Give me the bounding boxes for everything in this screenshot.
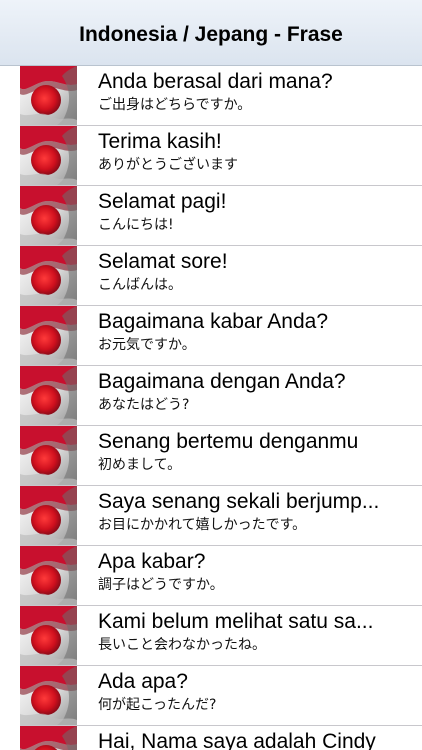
list-item[interactable]: Anda berasal dari mana? ご出身はどちらですか。 — [0, 66, 422, 126]
phrase-japanese: ご出身はどちらですか。 — [98, 97, 252, 113]
list-item[interactable]: Senang bertemu denganmu 初めまして。 — [0, 426, 422, 486]
phrase-japanese: 長いこと会わなかったね。 — [98, 637, 266, 653]
phrase-indonesian: Bagaimana dengan Anda? — [98, 370, 346, 393]
phrase-japanese: ありがとうございます — [98, 157, 238, 173]
phrase-indonesian: Selamat pagi! — [98, 190, 227, 213]
indonesia-japan-flag-icon — [20, 246, 77, 306]
list-item[interactable]: Selamat pagi! こんにちは! — [0, 186, 422, 246]
phrase-japanese: こんにちは! — [98, 217, 174, 233]
indonesia-japan-flag-icon — [20, 186, 77, 246]
app-screen: Indonesia / Jepang - Frase Anda berasal … — [0, 0, 422, 750]
indonesia-japan-flag-icon — [20, 366, 77, 426]
phrase-text-group: Terima kasih! ありがとうございます — [77, 126, 422, 186]
indonesia-japan-flag-icon — [20, 486, 77, 546]
list-item[interactable]: Bagaimana dengan Anda? あなたはどう? — [0, 366, 422, 426]
indonesia-japan-flag-icon — [20, 726, 77, 750]
phrase-text-group: Bagaimana dengan Anda? あなたはどう? — [77, 366, 422, 426]
indonesia-japan-flag-icon — [20, 546, 77, 606]
list-item[interactable]: Saya senang sekali berjump... お目にかかれて嬉しかっ… — [0, 486, 422, 546]
phrase-text-group: Selamat sore! こんばんは。 — [77, 246, 422, 306]
phrase-japanese: あなたはどう? — [98, 397, 190, 413]
phrase-japanese: こんばんは。 — [98, 277, 182, 293]
indonesia-japan-flag-icon — [20, 126, 77, 186]
phrase-text-group: Hai, Nama saya adalah Cindy — [77, 726, 422, 750]
indonesia-japan-flag-icon — [20, 666, 77, 726]
phrase-indonesian: Senang bertemu denganmu — [98, 430, 359, 453]
phrase-text-group: Selamat pagi! こんにちは! — [77, 186, 422, 246]
phrase-text-group: Kami belum melihat satu sa... 長いこと会わなかったね… — [77, 606, 422, 666]
phrase-indonesian: Ada apa? — [98, 670, 188, 693]
list-item[interactable]: Terima kasih! ありがとうございます — [0, 126, 422, 186]
phrase-indonesian: Terima kasih! — [98, 130, 222, 153]
indonesia-japan-flag-icon — [20, 426, 77, 486]
phrase-text-group: Ada apa? 何が起こったんだ? — [77, 666, 422, 726]
phrase-indonesian: Saya senang sekali berjump... — [98, 490, 380, 513]
list-item[interactable]: Selamat sore! こんばんは。 — [0, 246, 422, 306]
phrase-indonesian: Hai, Nama saya adalah Cindy — [98, 730, 376, 750]
phrase-japanese: 何が起こったんだ? — [98, 697, 217, 713]
phrase-indonesian: Selamat sore! — [98, 250, 228, 273]
indonesia-japan-flag-icon — [20, 66, 77, 126]
page-title: Indonesia / Jepang - Frase — [79, 22, 343, 46]
phrase-text-group: Senang bertemu denganmu 初めまして。 — [77, 426, 422, 486]
list-item[interactable]: Bagaimana kabar Anda? お元気ですか。 — [0, 306, 422, 366]
list-item[interactable]: Hai, Nama saya adalah Cindy — [0, 726, 422, 750]
phrase-japanese: 初めまして。 — [98, 457, 182, 473]
navigation-bar: Indonesia / Jepang - Frase — [0, 0, 422, 66]
indonesia-japan-flag-icon — [20, 606, 77, 666]
phrase-indonesian: Bagaimana kabar Anda? — [98, 310, 329, 333]
list-item[interactable]: Kami belum melihat satu sa... 長いこと会わなかったね… — [0, 606, 422, 666]
phrase-text-group: Saya senang sekali berjump... お目にかかれて嬉しかっ… — [77, 486, 422, 546]
list-item[interactable]: Apa kabar? 調子はどうですか。 — [0, 546, 422, 606]
phrase-text-group: Apa kabar? 調子はどうですか。 — [77, 546, 422, 606]
phrase-japanese: お目にかかれて嬉しかったです。 — [98, 517, 307, 533]
phrase-text-group: Anda berasal dari mana? ご出身はどちらですか。 — [77, 66, 422, 126]
phrase-japanese: 調子はどうですか。 — [98, 577, 224, 593]
indonesia-japan-flag-icon — [20, 306, 77, 366]
phrase-indonesian: Kami belum melihat satu sa... — [98, 610, 374, 633]
phrase-indonesian: Apa kabar? — [98, 550, 206, 573]
list-item[interactable]: Ada apa? 何が起こったんだ? — [0, 666, 422, 726]
phrase-text-group: Bagaimana kabar Anda? お元気ですか。 — [77, 306, 422, 366]
phrase-list[interactable]: Anda berasal dari mana? ご出身はどちらですか。 Terim… — [0, 66, 422, 750]
phrase-japanese: お元気ですか。 — [98, 337, 196, 353]
phrase-indonesian: Anda berasal dari mana? — [98, 70, 333, 93]
